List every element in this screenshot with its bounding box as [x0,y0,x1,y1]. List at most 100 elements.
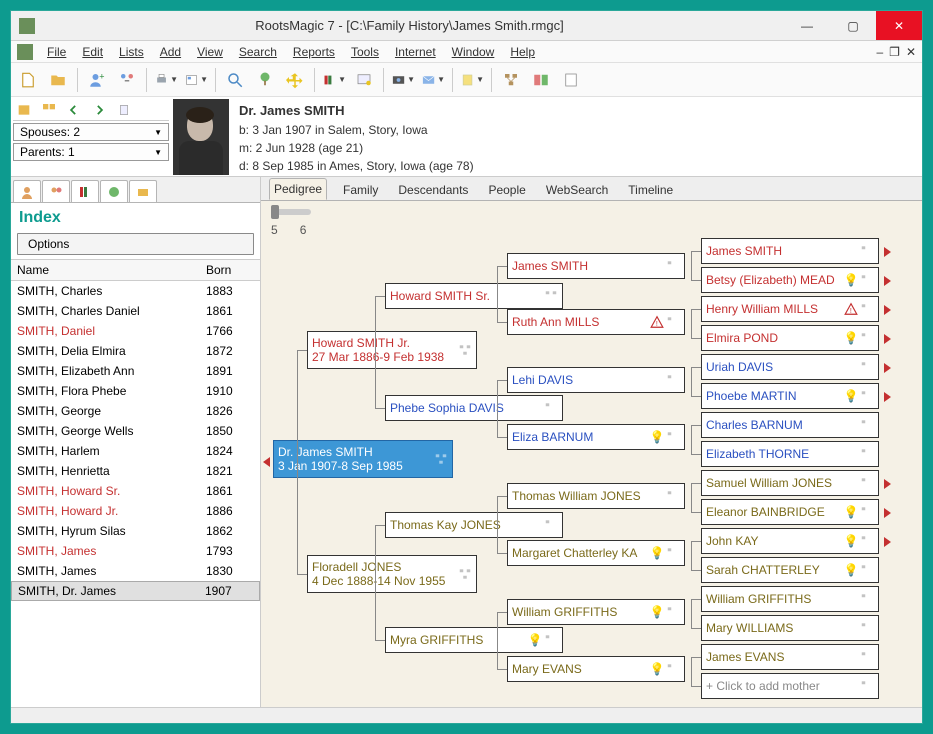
hint-icon[interactable]: 💡 [844,534,858,548]
minimize-button[interactable]: — [784,11,830,40]
mdi-restore-icon[interactable]: ❐ [889,45,900,59]
g5-box-b[interactable]: Betsy (Elizabeth) MEAD💡 [701,267,879,293]
tab-websearch[interactable]: WebSearch [542,180,612,200]
g5-box-n[interactable]: Mary WILLIAMS [701,615,879,641]
g4-box-h[interactable]: Mary EVANS💡 [507,656,685,682]
g5-box-d[interactable]: Elmira POND💡 [701,325,879,351]
g5-box-k[interactable]: John KAY💡 [701,528,879,554]
g5-box-e[interactable]: Uriah DAVIS [701,354,879,380]
help-button[interactable] [558,67,584,93]
index-row[interactable]: SMITH, Flora Phebe1910 [11,381,260,401]
tab-people[interactable]: People [484,180,529,200]
print-button[interactable]: ▼ [153,67,179,93]
media-button[interactable]: ▼ [390,67,416,93]
tree-icon[interactable] [434,452,448,466]
tree-icon[interactable] [860,534,874,548]
tree-icon[interactable] [666,489,680,503]
maximize-button[interactable]: ▢ [830,11,876,40]
notes-button[interactable]: ▼ [459,67,485,93]
open-file-button[interactable] [45,67,71,93]
nav-right-arrow[interactable] [884,537,891,547]
tree-icon[interactable] [860,447,874,461]
g4-box-d[interactable]: Eliza BARNUM💡 [507,424,685,450]
mini-back-button[interactable] [63,100,85,120]
tree-icon[interactable] [860,563,874,577]
father-box[interactable]: Howard SMITH Jr.27 Mar 1886-9 Feb 1938 [307,331,477,369]
tree-icon[interactable] [860,389,874,403]
tree-icon[interactable] [544,289,558,303]
menu-edit[interactable]: Edit [76,43,109,61]
publish-button[interactable]: ▼ [183,67,209,93]
index-row[interactable]: SMITH, Howard Jr.1886 [11,501,260,521]
navigate-button[interactable] [282,67,308,93]
tree-icon[interactable] [860,302,874,316]
g5-box-i[interactable]: Samuel William JONES [701,470,879,496]
tree-icon[interactable] [666,259,680,273]
index-row[interactable]: SMITH, Harlem1824 [11,441,260,461]
nav-right-arrow[interactable] [884,363,891,373]
g5-box-g[interactable]: Charles BARNUM [701,412,879,438]
hint-icon[interactable]: 💡 [650,546,664,560]
g5-box-f[interactable]: Phoebe MARTIN💡 [701,383,879,409]
menu-lists[interactable]: Lists [113,43,150,61]
hint-icon[interactable]: 💡 [528,633,542,647]
menu-search[interactable]: Search [233,43,283,61]
gf-maternal-box[interactable]: Thomas Kay JONES [385,512,563,538]
gf-paternal-box[interactable]: Howard SMITH Sr. [385,283,563,309]
new-file-button[interactable] [15,67,41,93]
tree-icon[interactable] [458,343,472,357]
mini-history-button[interactable] [113,100,135,120]
mail-button[interactable]: ▼ [420,67,446,93]
nav-right-arrow[interactable] [884,276,891,286]
gm-paternal-box[interactable]: Phebe Sophia DAVIS [385,395,563,421]
mini-nav1-button[interactable] [38,100,60,120]
g4-box-b[interactable]: Ruth Ann MILLS! [507,309,685,335]
tree-icon[interactable] [860,273,874,287]
tab-family[interactable]: Family [339,180,382,200]
menu-add[interactable]: Add [154,43,187,61]
mdi-minimize-icon[interactable]: – [876,45,883,59]
hint-icon[interactable]: 💡 [844,331,858,345]
sync-button[interactable] [528,67,554,93]
sidebar-tab-groups[interactable] [129,180,157,202]
close-button[interactable]: ✕ [876,11,922,40]
menu-view[interactable]: View [191,43,229,61]
gen-slider[interactable] [271,209,311,215]
nav-left-arrow[interactable] [263,457,270,467]
spouses-selector[interactable]: Spouses: 2 ▼ [13,123,169,141]
menu-file[interactable]: File [41,43,72,61]
index-row[interactable]: SMITH, Charles Daniel1861 [11,301,260,321]
g5-box-l[interactable]: Sarah CHATTERLEY💡 [701,557,879,583]
index-row[interactable]: SMITH, Hyrum Silas1862 [11,521,260,541]
nav-right-arrow[interactable] [884,334,891,344]
sidebar-tab-history[interactable] [100,180,128,202]
tree-icon[interactable] [666,373,680,387]
sidebar-tab-bookmarks[interactable] [71,180,99,202]
tree-icon[interactable] [666,430,680,444]
focus-person-box[interactable]: Dr. James SMITH3 Jan 1907-8 Sep 1985 [273,440,453,478]
hint-icon[interactable]: 💡 [650,430,664,444]
person-photo[interactable] [173,99,229,175]
index-row[interactable]: SMITH, Henrietta1821 [11,461,260,481]
index-row[interactable]: SMITH, Howard Sr.1861 [11,481,260,501]
hint-icon[interactable]: 💡 [844,273,858,287]
mother-box[interactable]: Floradell JONES4 Dec 1888-14 Nov 1955 [307,555,477,593]
nav-right-arrow[interactable] [884,247,891,257]
tab-pedigree[interactable]: Pedigree [269,178,327,200]
sidebar-tab-index[interactable] [13,180,41,202]
hint-icon[interactable]: 💡 [844,563,858,577]
index-list[interactable]: SMITH, Charles1883SMITH, Charles Daniel1… [11,281,260,707]
hint-icon[interactable]: 💡 [650,605,664,619]
g5-box-c[interactable]: Henry William MILLS! [701,296,879,322]
app-menu-icon[interactable] [17,44,33,60]
g5-box-j[interactable]: Eleanor BAINBRIDGE💡 [701,499,879,525]
index-row[interactable]: SMITH, James1830 [11,561,260,581]
g4-box-g[interactable]: William GRIFFITHS💡 [507,599,685,625]
mini-fwd-button[interactable] [88,100,110,120]
menu-internet[interactable]: Internet [389,43,442,61]
g4-box-f[interactable]: Margaret Chatterley KA💡 [507,540,685,566]
add-person-button[interactable]: + [84,67,110,93]
index-row[interactable]: SMITH, Elizabeth Ann1891 [11,361,260,381]
search-button[interactable] [222,67,248,93]
warning-icon[interactable]: ! [650,315,664,329]
